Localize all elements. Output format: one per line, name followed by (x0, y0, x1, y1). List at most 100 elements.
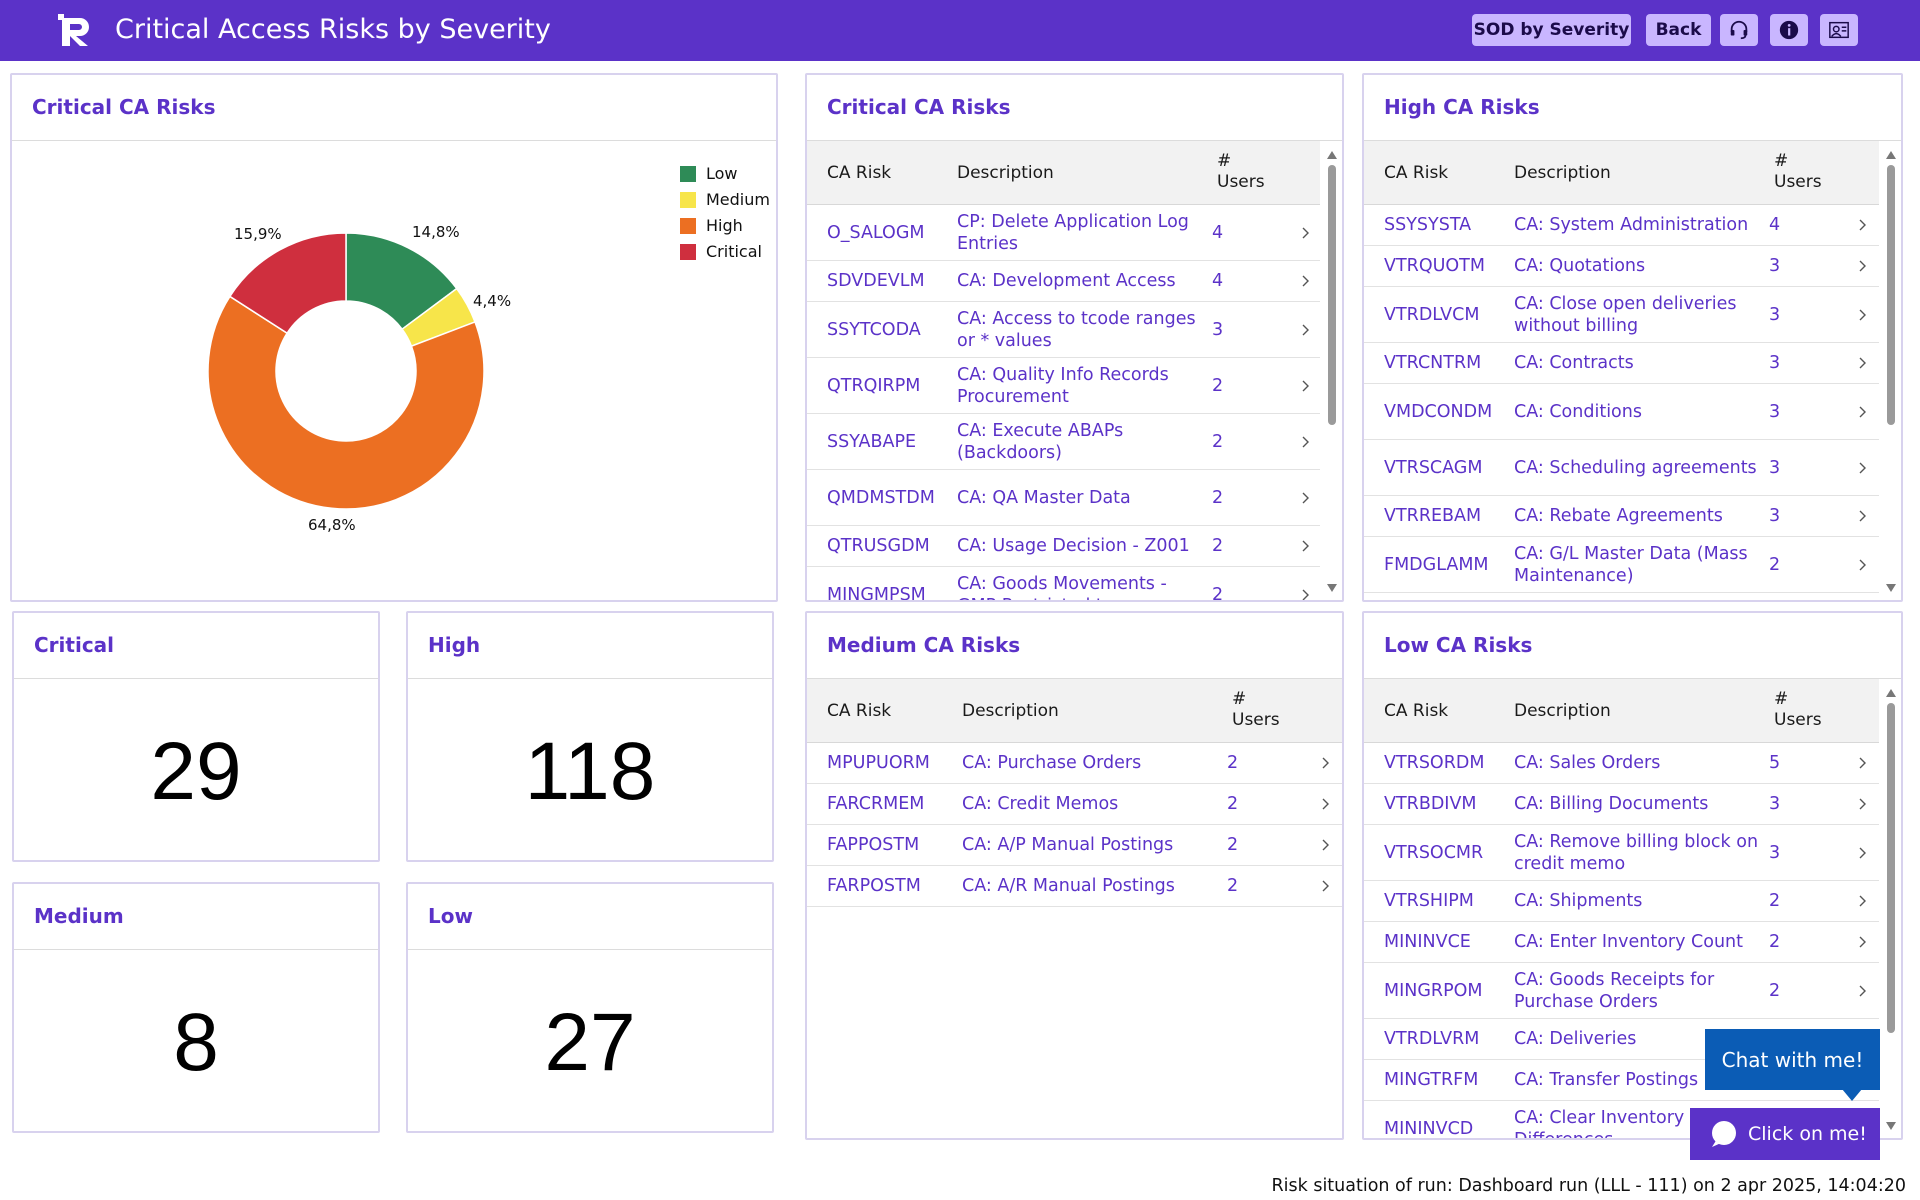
ca-risk-description[interactable]: CA: Contracts (1514, 343, 1759, 383)
ca-risk-id[interactable]: SSYABAPE (827, 414, 947, 469)
ca-risk-id[interactable]: SSYTCODA (827, 302, 947, 357)
table-row[interactable]: QTRQIRPM CA: Quality Info Records Procure… (807, 358, 1320, 414)
table-row[interactable]: VTRSHIPM CA: Shipments 2 (1364, 881, 1879, 922)
ca-risk-id[interactable]: MPUPUORM (827, 743, 952, 783)
chevron-right-icon[interactable] (1854, 460, 1870, 476)
user-profile-button[interactable] (1820, 14, 1858, 46)
ca-risk-user-count[interactable]: 3 (1769, 384, 1829, 439)
chevron-right-icon[interactable] (1297, 587, 1313, 601)
table-scrollbar[interactable] (1326, 145, 1338, 596)
ca-risk-description[interactable]: CA: Billing Documents (1514, 784, 1759, 824)
chevron-right-icon[interactable] (1854, 258, 1870, 274)
ca-risk-id[interactable]: MINGMPSM (827, 567, 947, 601)
table-row[interactable]: FARCRMEM CA: Credit Memos 2 (807, 784, 1342, 825)
chevron-right-icon[interactable] (1854, 307, 1870, 323)
table-row[interactable]: VTRBDIVM CA: Billing Documents 3 (1364, 784, 1879, 825)
table-row[interactable]: VTRDLVCM CA: Close open deliveries withou… (1364, 287, 1879, 343)
support-button[interactable] (1720, 14, 1758, 46)
ca-risk-user-count[interactable] (1769, 593, 1829, 600)
ca-risk-description[interactable]: CA: A/P Manual Postings (962, 825, 1217, 865)
chevron-right-icon[interactable] (1854, 217, 1870, 233)
legend-item-medium[interactable]: Medium (680, 190, 770, 209)
ca-risk-user-count[interactable]: 4 (1212, 205, 1272, 260)
ca-risk-id[interactable]: O_SALOGM (827, 205, 947, 260)
ca-risk-user-count[interactable]: 3 (1769, 343, 1829, 383)
chevron-right-icon[interactable] (1297, 538, 1313, 554)
table-row[interactable]: CA: Release Orders (1364, 593, 1879, 600)
ca-risk-user-count[interactable]: 2 (1212, 567, 1272, 601)
ca-risk-description[interactable]: CA: Scheduling agreements (1514, 440, 1759, 495)
chevron-right-icon[interactable] (1317, 796, 1333, 812)
ca-risk-id[interactable]: FARCRMEM (827, 784, 952, 824)
ca-risk-user-count[interactable]: 2 (1769, 537, 1829, 592)
ca-risk-description[interactable]: CA: Development Access (957, 261, 1202, 301)
scroll-down-arrow-icon[interactable] (1886, 1122, 1896, 1130)
ca-risk-user-count[interactable]: 3 (1769, 287, 1829, 342)
chevron-right-icon[interactable] (1297, 322, 1313, 338)
column-header-users[interactable]: # Users (1217, 151, 1265, 193)
ca-risk-id[interactable]: MINGRPOM (1384, 963, 1504, 1018)
ca-risk-description[interactable]: CA: Remove billing block on credit memo (1514, 825, 1759, 880)
chat-bubble[interactable]: Chat with me! (1705, 1029, 1880, 1090)
scrollbar-thumb[interactable] (1887, 703, 1895, 1033)
table-row[interactable]: VMDCONDM CA: Conditions 3 (1364, 384, 1879, 440)
kpi-card-high[interactable]: High 118 (406, 611, 774, 862)
ca-risk-description[interactable]: CP: Delete Application Log Entries (957, 205, 1202, 260)
table-row[interactable]: VTRREBAM CA: Rebate Agreements 3 (1364, 496, 1879, 537)
ca-risk-user-count[interactable]: 2 (1769, 922, 1829, 962)
ca-risk-id[interactable]: FARPOSTM (827, 866, 952, 906)
kpi-card-critical[interactable]: Critical 29 (12, 611, 380, 862)
kpi-card-low[interactable]: Low 27 (406, 882, 774, 1133)
chevron-right-icon[interactable] (1854, 557, 1870, 573)
ca-risk-user-count[interactable]: 3 (1769, 440, 1829, 495)
ca-risk-id[interactable]: VTRDLVRM (1384, 1019, 1504, 1059)
ca-risk-user-count[interactable]: 2 (1227, 784, 1287, 824)
table-row[interactable]: MINGMPSM CA: Goods Movements - GMP Restri… (807, 567, 1320, 600)
ca-risk-user-count[interactable]: 3 (1212, 302, 1272, 357)
ca-risk-description[interactable]: CA: QA Master Data (957, 470, 1202, 525)
ca-risk-user-count[interactable]: 2 (1227, 825, 1287, 865)
ca-risk-description[interactable]: CA: Rebate Agreements (1514, 496, 1759, 536)
ca-risk-id[interactable]: VTRBDIVM (1384, 784, 1504, 824)
table-scrollbar[interactable] (1885, 145, 1897, 596)
chevron-right-icon[interactable] (1854, 893, 1870, 909)
table-row[interactable]: MINGRPOM CA: Goods Receipts for Purchase … (1364, 963, 1879, 1019)
ca-risk-id[interactable]: VTRDLVCM (1384, 287, 1504, 342)
ca-risk-description[interactable]: CA: Access to tcode ranges or * values (957, 302, 1202, 357)
ca-risk-user-count[interactable]: 5 (1769, 743, 1829, 783)
ca-risk-user-count[interactable]: 2 (1212, 470, 1272, 525)
scroll-up-arrow-icon[interactable] (1886, 151, 1896, 159)
ca-risk-user-count[interactable]: 2 (1769, 881, 1829, 921)
chevron-right-icon[interactable] (1854, 404, 1870, 420)
scroll-down-arrow-icon[interactable] (1886, 584, 1896, 592)
table-row[interactable]: VTRSCAGM CA: Scheduling agreements 3 (1364, 440, 1879, 496)
ca-risk-id[interactable] (1384, 593, 1504, 600)
column-header-users[interactable]: # Users (1774, 151, 1822, 193)
ca-risk-description[interactable]: CA: Conditions (1514, 384, 1759, 439)
ca-risk-id[interactable]: VMDCONDM (1384, 384, 1504, 439)
info-button[interactable] (1770, 14, 1808, 46)
ca-risk-description[interactable]: CA: G/L Master Data (Mass Maintenance) (1514, 537, 1759, 592)
column-header-ca-risk[interactable]: CA Risk (1384, 701, 1448, 721)
ca-risk-description[interactable]: CA: Purchase Orders (962, 743, 1217, 783)
ca-risk-id[interactable]: QTRUSGDM (827, 526, 947, 566)
legend-item-low[interactable]: Low (680, 164, 738, 183)
ca-risk-id[interactable]: MINGTRFM (1384, 1060, 1504, 1100)
ca-risk-description[interactable]: CA: Sales Orders (1514, 743, 1759, 783)
ca-risk-id[interactable]: VTRSHIPM (1384, 881, 1504, 921)
ca-risk-description[interactable]: CA: Quality Info Records Procurement (957, 358, 1202, 413)
table-row[interactable]: FMDGLAMM CA: G/L Master Data (Mass Mainte… (1364, 537, 1879, 593)
column-header-description[interactable]: Description (962, 701, 1059, 721)
table-row[interactable]: FAPPOSTM CA: A/P Manual Postings 2 (807, 825, 1342, 866)
chevron-right-icon[interactable] (1854, 983, 1870, 999)
ca-risk-id[interactable]: VTRSOCMR (1384, 825, 1504, 880)
chevron-right-icon[interactable] (1317, 878, 1333, 894)
table-row[interactable]: QTRUSGDM CA: Usage Decision - Z001 2 (807, 526, 1320, 567)
ca-risk-user-count[interactable]: 3 (1769, 784, 1829, 824)
ca-risk-description[interactable]: CA: A/R Manual Postings (962, 866, 1217, 906)
kpi-card-medium[interactable]: Medium 8 (12, 882, 380, 1133)
ca-risk-id[interactable]: VTRQUOTM (1384, 246, 1504, 286)
ca-risk-id[interactable]: VTRCNTRM (1384, 343, 1504, 383)
ca-risk-user-count[interactable]: 3 (1769, 496, 1829, 536)
table-row[interactable]: VTRCNTRM CA: Contracts 3 (1364, 343, 1879, 384)
